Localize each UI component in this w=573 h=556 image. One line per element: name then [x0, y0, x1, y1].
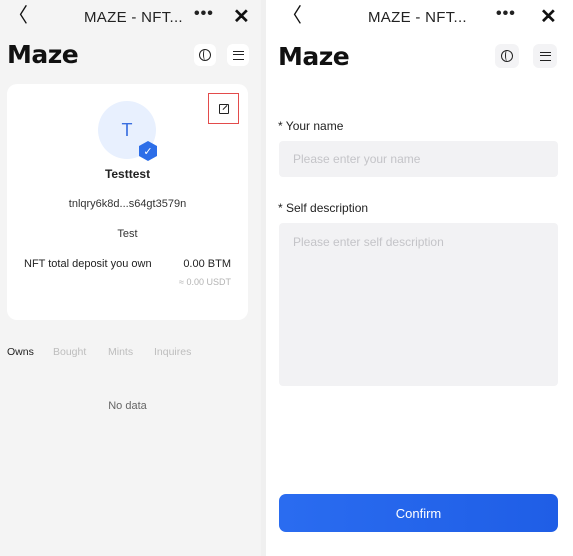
language-button[interactable]: [495, 44, 519, 68]
menu-button[interactable]: [533, 44, 557, 68]
tab-inquires[interactable]: Inquires: [154, 346, 191, 358]
browser-bar: 〈 MAZE - NFT... ••• ✕: [266, 0, 573, 34]
back-icon[interactable]: 〈: [282, 5, 302, 27]
maze-logo[interactable]: Maze: [278, 42, 350, 71]
description-textarea[interactable]: Please enter self description: [279, 223, 558, 386]
confirm-label: Confirm: [395, 505, 442, 521]
close-icon[interactable]: ✕: [540, 4, 557, 29]
menu-button[interactable]: [227, 44, 249, 66]
menu-icon: [232, 50, 244, 60]
menu-icon: [539, 51, 551, 61]
name-placeholder: Please enter your name: [293, 152, 421, 166]
edit-profile-button[interactable]: [208, 93, 239, 124]
tab-owns[interactable]: Owns: [7, 346, 34, 358]
avatar-initial: T: [121, 119, 133, 140]
tab-bought[interactable]: Bought: [53, 346, 86, 358]
confirm-button[interactable]: Confirm: [279, 494, 558, 532]
empty-state: No data: [108, 400, 147, 412]
username: Testtest: [104, 167, 151, 181]
globe-icon: [501, 50, 513, 62]
deposit-label: NFT total deposit you own: [24, 258, 152, 270]
language-button[interactable]: [194, 44, 216, 66]
close-icon[interactable]: ✕: [233, 4, 250, 29]
profile-card: T ✓ Testtest tnlqry6k8d...s64gt3579n Tes…: [7, 84, 248, 320]
browser-title: MAZE - NFT...: [84, 9, 183, 26]
description-placeholder: Please enter self description: [293, 235, 444, 249]
edit-icon: [218, 103, 229, 114]
profile-description: Test: [117, 228, 138, 240]
back-icon[interactable]: 〈: [8, 5, 28, 27]
app-header: Maze: [0, 34, 261, 76]
wallet-address[interactable]: tnlqry6k8d...s64gt3579n: [7, 198, 248, 210]
description-label: * Self description: [278, 201, 369, 215]
deposit-value: 0.00 BTM: [183, 258, 231, 270]
edit-profile-screen: 〈 MAZE - NFT... ••• ✕ Maze * Your name P…: [266, 0, 573, 556]
profile-screen: 〈 MAZE - NFT... ••• ✕ Maze T ✓ Testtest …: [0, 0, 261, 556]
name-label: * Your name: [278, 119, 344, 133]
tab-mints[interactable]: Mints: [108, 346, 133, 358]
deposit-usdt-value: ≈ 0.00 USDT: [179, 277, 231, 287]
browser-bar: 〈 MAZE - NFT... ••• ✕: [0, 0, 261, 34]
app-header: Maze: [266, 34, 573, 76]
more-icon[interactable]: •••: [496, 5, 516, 23]
globe-icon: [199, 49, 211, 61]
more-icon[interactable]: •••: [194, 5, 214, 23]
maze-logo[interactable]: Maze: [7, 40, 79, 69]
browser-title: MAZE - NFT...: [368, 9, 467, 26]
name-input[interactable]: Please enter your name: [279, 141, 558, 177]
